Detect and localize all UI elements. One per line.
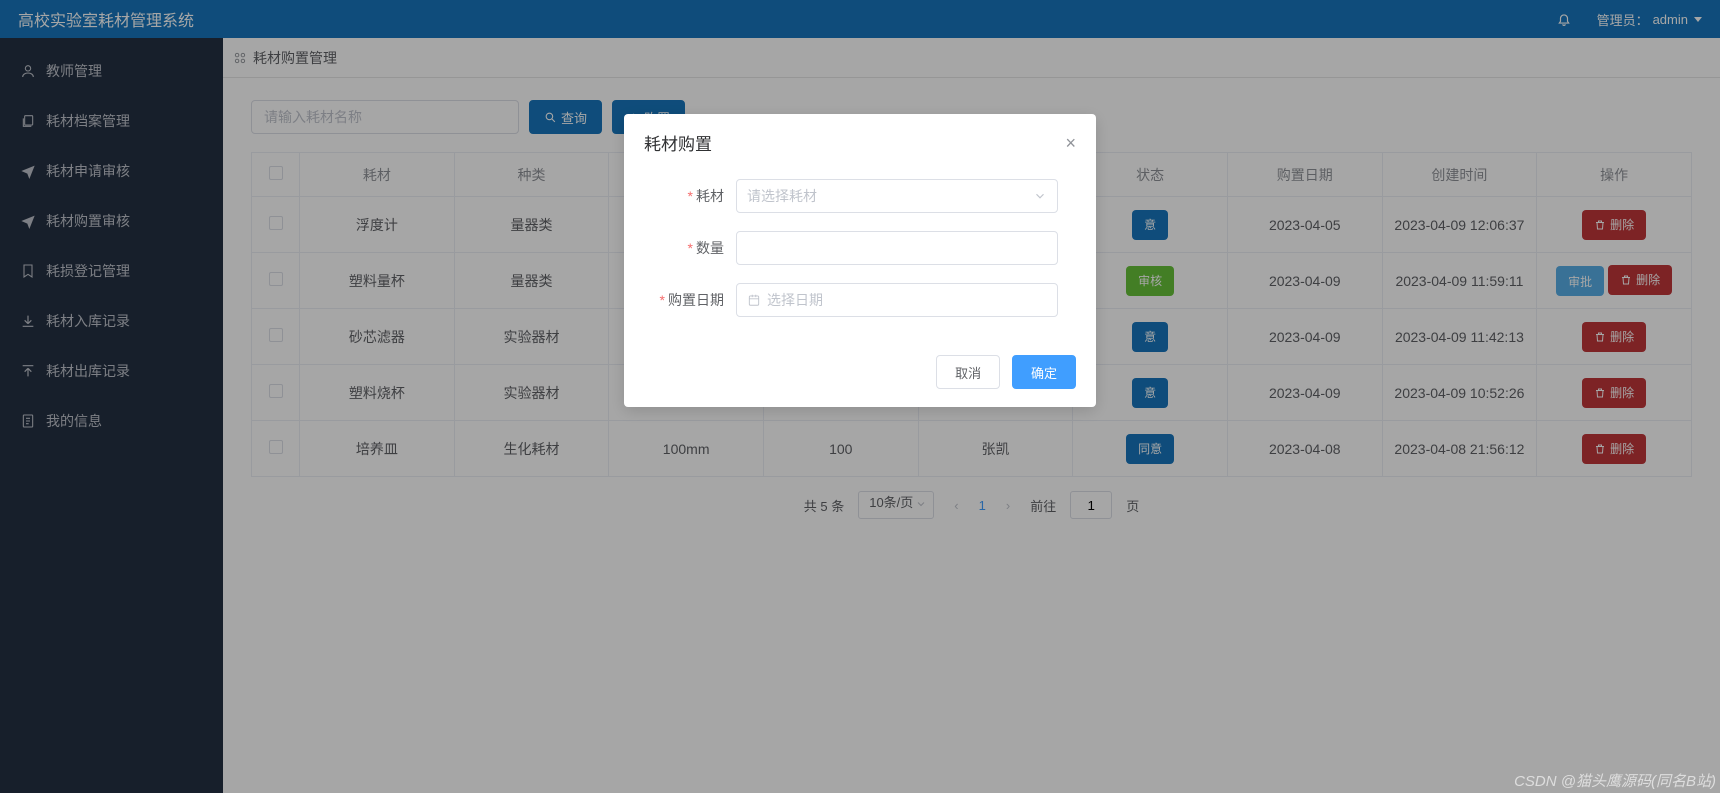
- dialog-title: 耗材购置: [644, 130, 712, 155]
- form-row-shuliang: *数量: [644, 231, 1058, 265]
- calendar-icon: [747, 293, 761, 307]
- label-riqi: *购置日期: [644, 290, 736, 310]
- purchase-dialog: 耗材购置 × *耗材 请选择耗材 *数量 *购置日期 选择日期: [624, 114, 1096, 407]
- close-icon[interactable]: ×: [1065, 134, 1076, 152]
- dialog-header: 耗材购置 ×: [624, 114, 1096, 159]
- form-row-haocai: *耗材 请选择耗材: [644, 179, 1058, 213]
- dialog-body: *耗材 请选择耗材 *数量 *购置日期 选择日期: [624, 159, 1096, 345]
- input-shuliang[interactable]: [736, 231, 1058, 265]
- datepicker-riqi[interactable]: 选择日期: [736, 283, 1058, 317]
- cancel-button[interactable]: 取消: [936, 355, 1000, 389]
- label-haocai: *耗材: [644, 186, 736, 206]
- ok-button[interactable]: 确定: [1012, 355, 1076, 389]
- dialog-footer: 取消 确定: [624, 345, 1096, 407]
- modal-overlay: 耗材购置 × *耗材 请选择耗材 *数量 *购置日期 选择日期: [0, 0, 1720, 793]
- select-haocai[interactable]: 请选择耗材: [736, 179, 1058, 213]
- chevron-down-icon: [1033, 189, 1047, 203]
- label-shuliang: *数量: [644, 238, 736, 258]
- form-row-riqi: *购置日期 选择日期: [644, 283, 1058, 317]
